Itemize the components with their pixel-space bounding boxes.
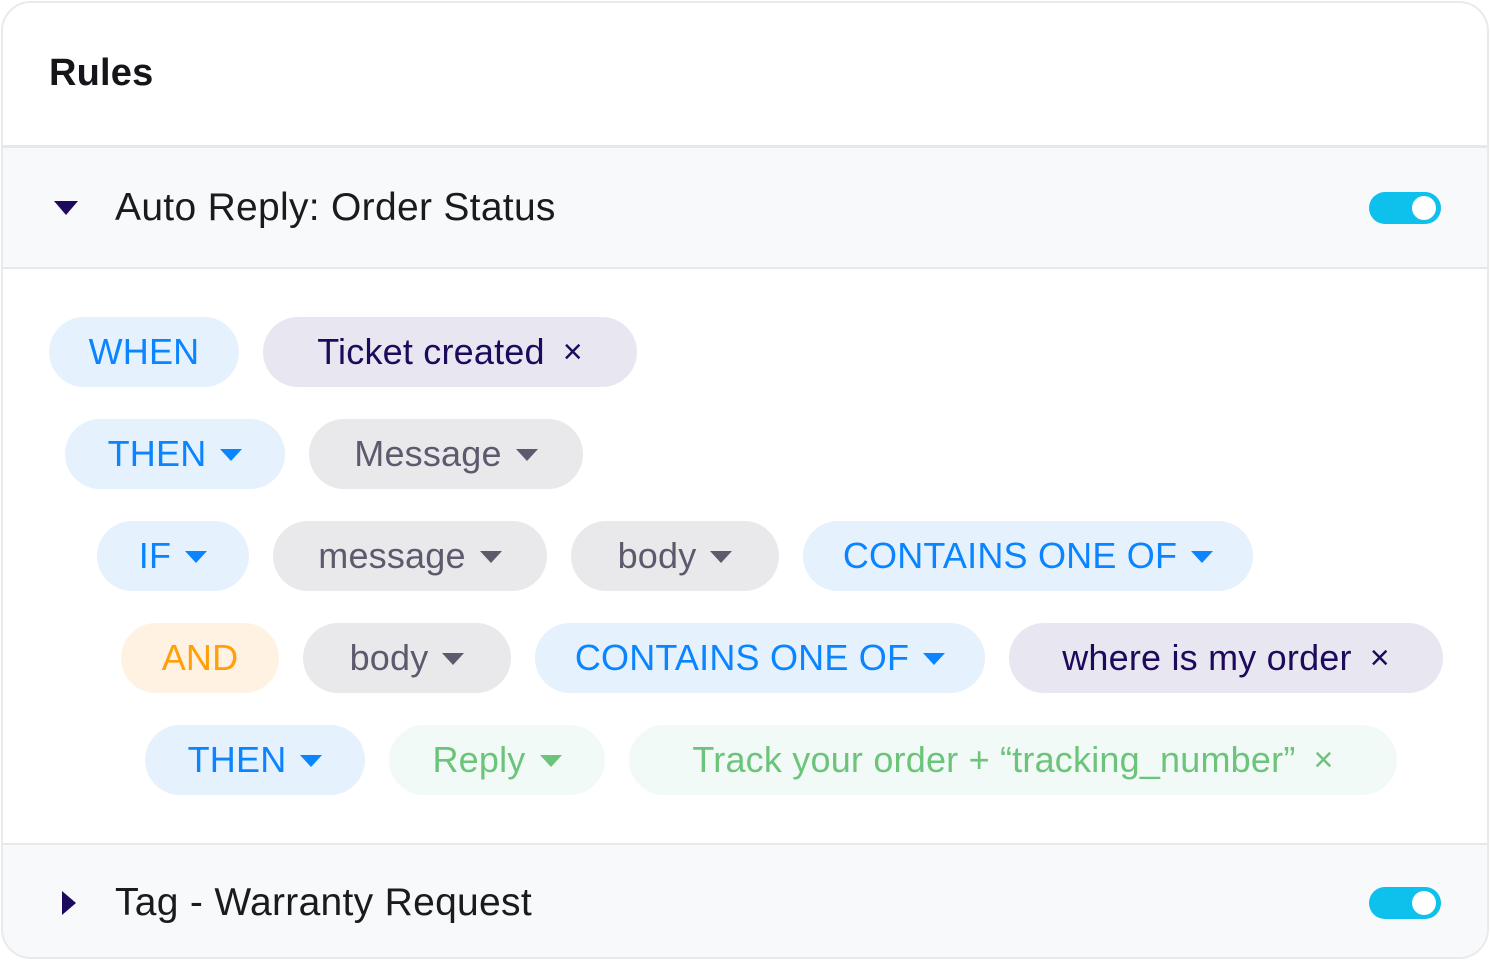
rule-body: WHEN Ticket created × THEN Message IF me… <box>3 269 1487 844</box>
rule-name: Tag - Warranty Request <box>115 881 532 924</box>
rule-header-warranty[interactable]: Tag - Warranty Request <box>3 843 1487 957</box>
caret-down-icon <box>300 755 323 767</box>
reply-template-chip[interactable]: Track your order + “tracking_number” × <box>629 725 1397 795</box>
chip-label: CONTAINS ONE OF <box>842 535 1178 576</box>
close-icon[interactable]: × <box>563 333 583 372</box>
object-dropdown[interactable]: message <box>273 521 547 591</box>
and-keyword-chip: AND <box>121 623 279 693</box>
panel-title: Rules <box>49 51 154 94</box>
chip-label: Message <box>354 433 502 474</box>
caret-down-icon <box>185 551 208 563</box>
trigger-chip[interactable]: Ticket created × <box>263 317 637 387</box>
rules-panel: Rules Auto Reply: Order Status WHEN Tick… <box>1 1 1489 959</box>
caret-down-icon <box>479 551 502 563</box>
when-keyword-chip: WHEN <box>49 317 239 387</box>
action-dropdown[interactable]: Reply <box>389 725 605 795</box>
caret-down-icon <box>1191 551 1214 563</box>
caret-right-icon[interactable] <box>57 889 81 917</box>
if-keyword-dropdown[interactable]: IF <box>97 521 249 591</box>
operator-dropdown[interactable]: CONTAINS ONE OF <box>535 623 985 693</box>
chip-label: message <box>318 535 466 576</box>
keyword-value-chip[interactable]: where is my order × <box>1009 623 1443 693</box>
chip-label: body <box>349 637 429 678</box>
chip-label: THEN <box>187 739 287 780</box>
caret-down-icon <box>923 653 946 665</box>
chip-label: Ticket created <box>317 331 545 372</box>
chip-label: CONTAINS ONE OF <box>574 637 910 678</box>
close-icon[interactable]: × <box>1314 741 1334 780</box>
then-keyword-dropdown[interactable]: THEN <box>65 419 285 489</box>
chip-label: IF <box>138 535 172 576</box>
rule-enabled-toggle[interactable] <box>1369 887 1441 919</box>
caret-down-icon <box>710 551 733 563</box>
chip-label: Reply <box>432 739 526 780</box>
rule-header-auto-reply[interactable]: Auto Reply: Order Status <box>3 145 1487 269</box>
caret-down-icon <box>442 653 465 665</box>
field-dropdown[interactable]: body <box>571 521 779 591</box>
caret-down-icon <box>220 449 243 461</box>
toggle-knob <box>1412 195 1436 220</box>
caret-down-icon[interactable] <box>53 195 79 221</box>
chip-label: THEN <box>107 433 207 474</box>
caret-down-icon <box>515 449 538 461</box>
operator-dropdown[interactable]: CONTAINS ONE OF <box>803 521 1253 591</box>
chip-label: where is my order <box>1062 637 1352 678</box>
panel-header: Rules <box>3 3 1487 145</box>
close-icon[interactable]: × <box>1370 639 1390 678</box>
then-keyword-dropdown[interactable]: THEN <box>145 725 365 795</box>
rule-enabled-toggle[interactable] <box>1369 191 1441 224</box>
toggle-knob <box>1412 891 1436 915</box>
chip-label: body <box>617 535 697 576</box>
chip-label: WHEN <box>88 331 200 372</box>
rule-name: Auto Reply: Order Status <box>115 185 556 229</box>
chip-label: Track your order + “tracking_number” <box>692 739 1296 780</box>
channel-dropdown[interactable]: Message <box>309 419 583 489</box>
caret-down-icon <box>539 755 562 767</box>
chip-label: AND <box>161 637 239 678</box>
field-dropdown[interactable]: body <box>303 623 511 693</box>
